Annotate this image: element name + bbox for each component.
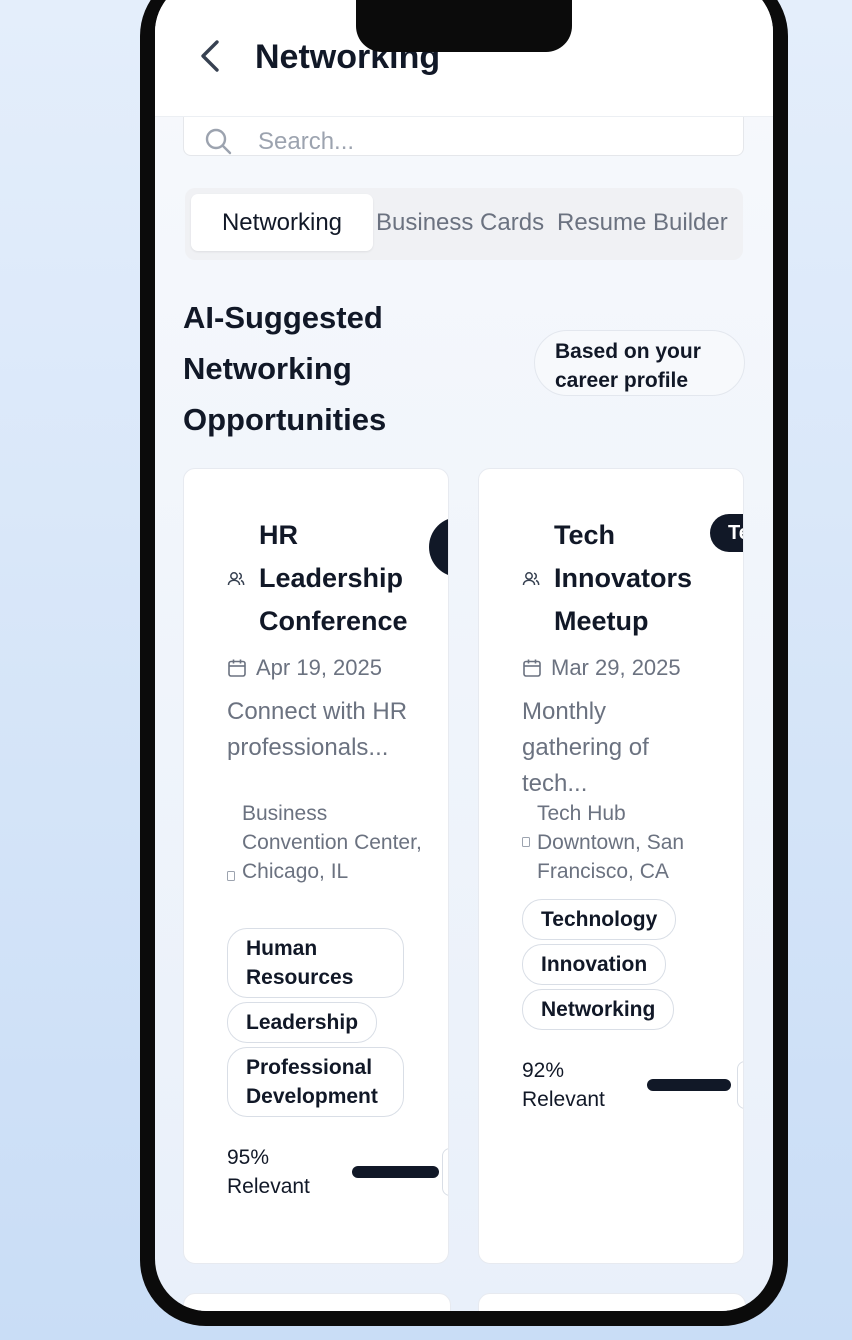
event-card[interactable]: HR Leadership Conference Apr 19, 2025 Co… [183,468,449,1264]
back-button[interactable] [195,34,225,78]
event-title: HR Leadership Conference [259,520,408,636]
app-screen: Networking Networking Business Cards Res… [155,0,773,1311]
tab-networking[interactable]: Networking [191,194,373,251]
event-date: Mar 29, 2025 [551,655,681,680]
section-title: AI-Suggested Networking Opportunities [183,300,387,437]
users-icon [522,572,540,586]
event-description: Connect with HR professionals... [227,698,408,761]
map-pin-icon [227,871,235,881]
map-pin-icon [522,837,530,847]
tag-pill: Networking [522,989,675,1030]
event-location: Tech Hub Downtown, San Francisco, CA [537,802,685,883]
tag-pill: Human Resources [227,928,404,998]
event-card[interactable] [183,1293,451,1311]
relevance-bar [647,1079,731,1091]
view-details-button[interactable] [737,1061,743,1109]
view-details-button[interactable] [442,1148,448,1196]
career-profile-badge: Based on your career profile [534,330,745,396]
event-card[interactable] [478,1293,746,1311]
event-title: Tech Innovators Meetup [554,520,693,636]
tag-pill: Innovation [522,944,667,985]
relevance-label: 92% Relevant [522,1059,605,1111]
calendar-icon [523,659,541,677]
tag-pill: Technology [522,899,677,940]
tab-business-cards[interactable]: Business Cards [376,194,544,251]
users-icon [227,572,245,586]
tab-bar: Networking Business Cards Resume Builder [185,188,743,260]
search-input[interactable] [256,123,720,161]
calendar-icon [228,659,246,677]
relevance-label: 95% Relevant [227,1146,310,1198]
event-date: Apr 19, 2025 [256,655,382,680]
event-card[interactable]: Te Tech Innovators Meetup Mar 29, 2025 M… [478,468,744,1264]
tag-pill: Leadership [227,1002,378,1043]
event-description: Monthly gathering of tech... [522,698,649,797]
chevron-left-icon [201,40,219,72]
tab-resume-builder[interactable]: Resume Builder [557,194,728,251]
phone-notch [356,0,572,52]
event-location: Business Convention Center, Chicago, IL [242,802,422,883]
event-type-badge [429,517,448,577]
tag-pill: Professional Development [227,1047,404,1117]
relevance-bar [352,1166,439,1178]
search-icon [205,128,232,155]
